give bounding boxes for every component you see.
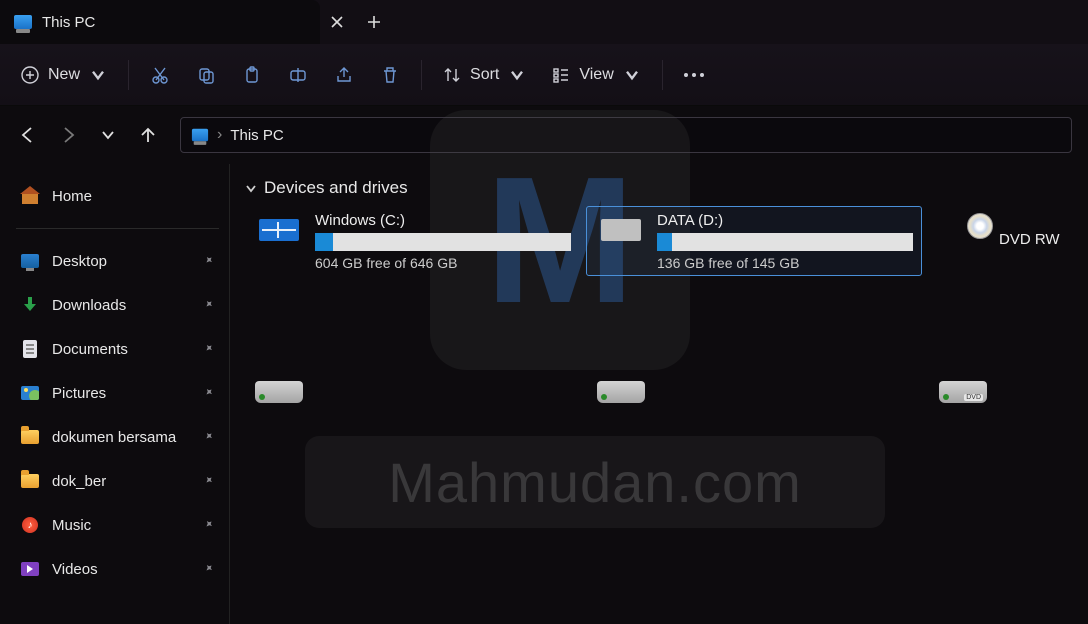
- sidebar-item-home[interactable]: Home: [10, 174, 225, 218]
- delete-button[interactable]: [369, 56, 411, 94]
- pin-icon: [203, 385, 215, 402]
- pic-icon: [20, 383, 40, 403]
- sidebar-item[interactable]: dok_ber: [10, 459, 225, 503]
- view-label: View: [579, 66, 613, 84]
- sidebar-item[interactable]: Music: [10, 503, 225, 547]
- new-label: New: [48, 66, 80, 84]
- address-bar[interactable]: › This PC: [180, 117, 1072, 153]
- more-button[interactable]: [673, 56, 715, 94]
- recent-button[interactable]: [90, 117, 126, 153]
- drive-name: DATA (D:): [657, 212, 913, 229]
- down-icon: [20, 295, 40, 315]
- folder-icon: [20, 427, 40, 447]
- this-pc-icon: [14, 15, 32, 29]
- sort-label: Sort: [470, 66, 499, 84]
- separator: [16, 228, 219, 229]
- new-button[interactable]: New: [10, 56, 118, 94]
- chevron-right-icon: ›: [217, 126, 222, 144]
- sidebar-item-label: Downloads: [52, 297, 126, 314]
- pin-icon: [203, 561, 215, 578]
- tab-close-button[interactable]: [320, 0, 354, 44]
- navigation-bar: › This PC: [0, 106, 1088, 164]
- drive-icon: [253, 217, 305, 265]
- paste-button[interactable]: [231, 56, 273, 94]
- pin-icon: [203, 429, 215, 446]
- copy-button[interactable]: [185, 56, 227, 94]
- group-header[interactable]: Devices and drives: [244, 178, 1088, 198]
- drive-icon: [937, 217, 989, 265]
- sidebar-item-label: Music: [52, 517, 91, 534]
- chevron-down-icon: [244, 181, 258, 195]
- sidebar-item-label: dokumen bersama: [52, 429, 176, 446]
- storage-bar: [315, 233, 571, 251]
- rename-button[interactable]: [277, 56, 319, 94]
- window-tab[interactable]: This PC: [0, 0, 320, 44]
- sidebar-item-label: Documents: [52, 341, 128, 358]
- breadcrumb-root[interactable]: This PC: [230, 127, 283, 144]
- drive-name: DVD RW: [999, 231, 1079, 248]
- separator: [662, 60, 663, 90]
- navigation-pane: Home Desktop Downloads Documents Pictures do…: [0, 164, 230, 624]
- share-button[interactable]: [323, 56, 365, 94]
- cut-button[interactable]: [139, 56, 181, 94]
- drive-item[interactable]: DATA (D:) 136 GB free of 145 GB: [586, 206, 922, 276]
- content-pane: Devices and drives Windows (C:) 604 GB fr…: [230, 164, 1088, 624]
- drive-item[interactable]: Windows (C:) 604 GB free of 646 GB: [244, 206, 580, 276]
- separator: [128, 60, 129, 90]
- sidebar-item[interactable]: Pictures: [10, 371, 225, 415]
- sidebar-item-label: dok_ber: [52, 473, 106, 490]
- sidebar-item-label: Pictures: [52, 385, 106, 402]
- folder-icon: [20, 471, 40, 491]
- sidebar-item[interactable]: dokumen bersama: [10, 415, 225, 459]
- title-bar: This PC: [0, 0, 1088, 44]
- sidebar-item-label: Desktop: [52, 253, 107, 270]
- group-title: Devices and drives: [264, 178, 408, 198]
- sidebar-item[interactable]: Videos: [10, 547, 225, 591]
- doc-icon: [20, 339, 40, 359]
- ellipsis-icon: [684, 73, 704, 77]
- pin-icon: [203, 297, 215, 314]
- forward-button[interactable]: [50, 117, 86, 153]
- sidebar-item[interactable]: Desktop: [10, 239, 225, 283]
- drive-free-text: 136 GB free of 145 GB: [657, 255, 913, 271]
- drive-icon: [595, 217, 647, 265]
- view-button[interactable]: View: [541, 56, 651, 94]
- pin-icon: [203, 517, 215, 534]
- home-icon: [20, 186, 40, 206]
- up-button[interactable]: [130, 117, 166, 153]
- tab-title: This PC: [42, 14, 306, 31]
- video-icon: [20, 559, 40, 579]
- sidebar-item[interactable]: Downloads: [10, 283, 225, 327]
- pin-icon: [203, 473, 215, 490]
- sort-button[interactable]: Sort: [432, 56, 537, 94]
- music-icon: [20, 515, 40, 535]
- drive-free-text: 604 GB free of 646 GB: [315, 255, 571, 271]
- sidebar-item-label: Videos: [52, 561, 98, 578]
- drive-item[interactable]: DVD RW: [928, 206, 1088, 276]
- drive-name: Windows (C:): [315, 212, 571, 229]
- sidebar-item-label: Home: [52, 188, 92, 205]
- desktop-icon: [20, 251, 40, 271]
- pin-icon: [203, 341, 215, 358]
- back-button[interactable]: [10, 117, 46, 153]
- storage-bar: [657, 233, 913, 251]
- sidebar-item[interactable]: Documents: [10, 327, 225, 371]
- this-pc-icon: [192, 129, 208, 142]
- separator: [421, 60, 422, 90]
- toolbar: New Sort View: [0, 44, 1088, 106]
- pin-icon: [203, 253, 215, 270]
- new-tab-button[interactable]: [354, 0, 394, 44]
